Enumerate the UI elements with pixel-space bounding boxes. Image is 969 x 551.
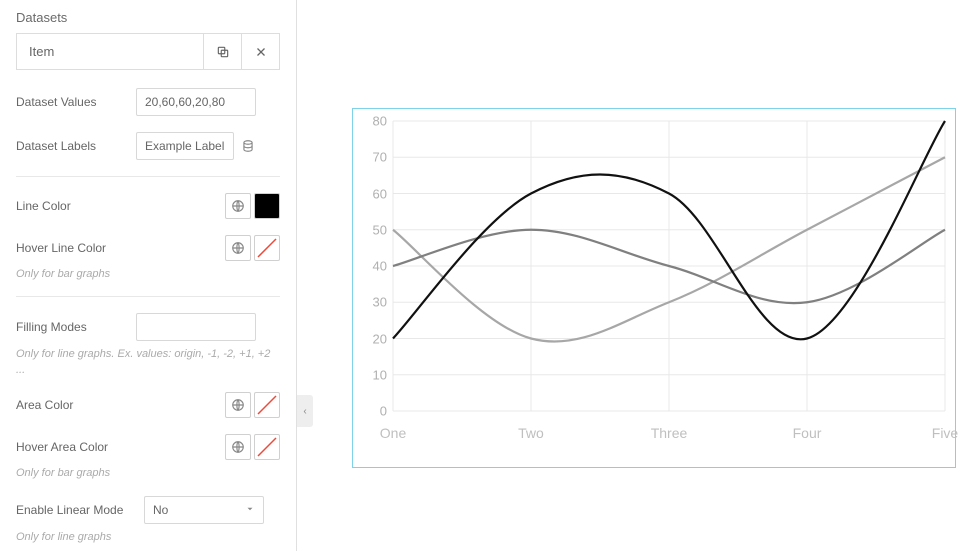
globe-icon[interactable] bbox=[225, 235, 251, 261]
main: ‹ 0 10 20 30 40 50 60 70 80 One Two Three Four Five bbox=[297, 0, 969, 551]
sidebar: Datasets Item Dataset Values Dataset Lab… bbox=[0, 0, 297, 551]
hover-line-color-label: Hover Line Color bbox=[16, 241, 126, 255]
enable-linear-value: No bbox=[153, 503, 168, 517]
filling-modes-input[interactable] bbox=[136, 313, 256, 341]
dataset-values-label: Dataset Values bbox=[16, 95, 126, 109]
globe-icon[interactable] bbox=[225, 434, 251, 460]
y-tick: 50 bbox=[361, 222, 387, 237]
close-icon[interactable] bbox=[241, 34, 279, 69]
y-tick: 80 bbox=[361, 114, 387, 129]
collapse-handle-icon[interactable]: ‹ bbox=[297, 395, 313, 427]
hint-line-2: Only for line graphs bbox=[16, 530, 280, 545]
dataset-labels-input[interactable] bbox=[136, 132, 234, 160]
hint-bar-1: Only for bar graphs bbox=[16, 267, 280, 282]
dynamic-tags-icon[interactable] bbox=[238, 136, 258, 156]
enable-linear-select[interactable]: No bbox=[144, 496, 264, 524]
section-title: Datasets bbox=[16, 10, 280, 25]
chart[interactable]: 0 10 20 30 40 50 60 70 80 One Two Three Four Five bbox=[352, 108, 956, 468]
dataset-values-input[interactable] bbox=[136, 88, 256, 116]
x-tick: One bbox=[380, 425, 406, 441]
x-tick: Four bbox=[793, 425, 822, 441]
chevron-down-icon bbox=[245, 503, 255, 517]
y-tick: 40 bbox=[361, 259, 387, 274]
globe-icon[interactable] bbox=[225, 392, 251, 418]
x-tick: Three bbox=[651, 425, 688, 441]
hover-area-color-label: Hover Area Color bbox=[16, 440, 126, 454]
hint-bar-2: Only for bar graphs bbox=[16, 466, 280, 481]
item-header: Item bbox=[16, 33, 280, 70]
line-color-swatch[interactable] bbox=[254, 193, 280, 219]
y-tick: 0 bbox=[361, 404, 387, 419]
x-tick: Two bbox=[518, 425, 544, 441]
globe-icon[interactable] bbox=[225, 193, 251, 219]
enable-linear-label: Enable Linear Mode bbox=[16, 503, 134, 517]
x-tick: Five bbox=[932, 425, 958, 441]
y-tick: 70 bbox=[361, 150, 387, 165]
y-tick: 20 bbox=[361, 331, 387, 346]
line-color-label: Line Color bbox=[16, 199, 126, 213]
y-tick: 30 bbox=[361, 295, 387, 310]
area-color-label: Area Color bbox=[16, 398, 126, 412]
hint-line-fill: Only for line graphs. Ex. values: origin… bbox=[16, 347, 280, 378]
item-label[interactable]: Item bbox=[17, 34, 203, 69]
hover-line-color-swatch[interactable] bbox=[254, 235, 280, 261]
y-tick: 60 bbox=[361, 186, 387, 201]
hover-area-color-swatch[interactable] bbox=[254, 434, 280, 460]
filling-modes-label: Filling Modes bbox=[16, 320, 126, 334]
area-color-swatch[interactable] bbox=[254, 392, 280, 418]
dataset-labels-label: Dataset Labels bbox=[16, 139, 126, 153]
duplicate-icon[interactable] bbox=[203, 34, 241, 69]
y-tick: 10 bbox=[361, 367, 387, 382]
